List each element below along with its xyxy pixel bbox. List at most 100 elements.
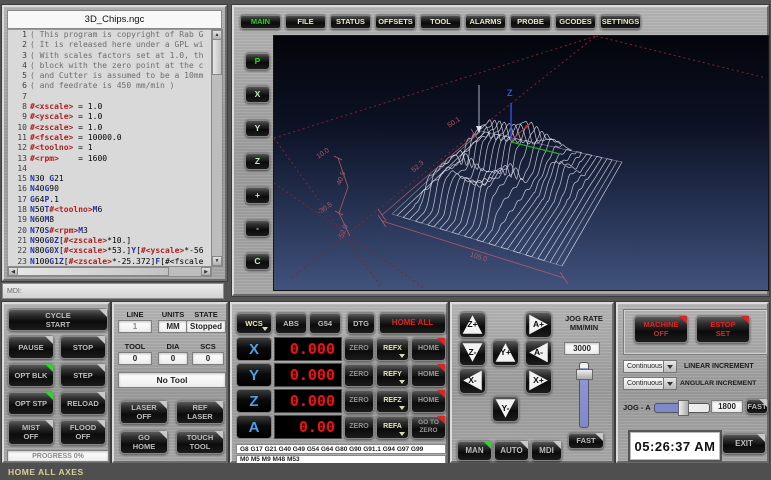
jog-y-plus-button[interactable]: Y+ (492, 339, 519, 366)
scroll-thumb[interactable] (17, 267, 169, 276)
dropdown-button[interactable] (663, 378, 676, 389)
tab-tool[interactable]: TOOL (420, 14, 461, 29)
plot-key-c[interactable]: C (245, 252, 270, 270)
step-button[interactable]: STEP (60, 363, 106, 387)
plot-key-z[interactable]: Z (245, 152, 270, 170)
jog-a-slider[interactable] (654, 403, 710, 413)
ref-laser-button[interactable]: REF LASER (176, 400, 224, 424)
ref-a-button[interactable]: REFA (376, 415, 409, 439)
exit-button[interactable]: EXIT (722, 433, 766, 454)
opt-stp-button[interactable]: OPT STP (8, 391, 54, 415)
touch-tool-button[interactable]: TOUCH TOOL (176, 430, 224, 454)
gcode-line: 16N40G90 (8, 184, 211, 194)
tab-file[interactable]: FILE (285, 14, 326, 29)
dro-mode-dtg[interactable]: DTG (347, 312, 375, 334)
tab-gcodes[interactable]: GCODES (555, 14, 596, 29)
gcode-line: 3( With scales factors set at 1.0, th (8, 51, 211, 61)
scroll-thumb[interactable] (212, 39, 222, 75)
field-value-tool: 0 (118, 352, 152, 365)
tab-status[interactable]: STATUS (330, 14, 371, 29)
status-info-panel: LINE1UNITSMMSTATEStoppedTOOL0DIA0SCS0No … (112, 302, 228, 463)
gcode-horizontal-scrollbar[interactable]: ◀ ▶ (7, 266, 212, 277)
jog-a-value[interactable]: 1800 (711, 400, 743, 413)
mdi-input[interactable]: MDI: (2, 283, 224, 299)
mode-auto-button[interactable]: AUTO (494, 440, 529, 461)
gcode-text-view[interactable]: 1( This program is copyright of Rab G2( … (7, 29, 212, 267)
home-z-button[interactable]: HOME (411, 389, 446, 413)
jog-z-plus-button[interactable]: Z+ (459, 311, 486, 338)
ref-z-button[interactable]: REFZ (376, 389, 409, 413)
gcode-line: 2( It is released here under a GPL wi (8, 40, 211, 50)
field-value-dia: 0 (158, 352, 188, 365)
slider-handle[interactable] (576, 369, 593, 380)
pause-button[interactable]: PAUSE (8, 335, 54, 359)
angular-increment-select[interactable]: Continuous (623, 377, 677, 390)
jog-x-minus-button[interactable]: X- (459, 367, 486, 394)
machine-off-button[interactable]: MACHINE OFF (634, 315, 688, 343)
jog-x-plus-button[interactable]: X+ (525, 367, 552, 394)
estop-set-button[interactable]: ESTOP SET (696, 315, 750, 343)
plot-key-y[interactable]: Y (245, 119, 270, 137)
jog-a-minus-button[interactable]: A- (525, 339, 552, 366)
scroll-right-icon[interactable]: ▶ (201, 267, 211, 276)
zero-x-button[interactable]: ZERO (344, 337, 374, 361)
jog-z-minus-button[interactable]: Z- (459, 339, 486, 366)
plot-key-p[interactable]: P (245, 52, 270, 70)
gcode-line: 20N70S#<rpm>M3 (8, 226, 211, 236)
chevron-down-icon (399, 380, 405, 384)
jog-a-plus-button[interactable]: A+ (525, 311, 552, 338)
gcode-line: 5( and Cutter is assumed to be a 10mm (8, 71, 211, 81)
tab-alarms[interactable]: ALARMS (465, 14, 506, 29)
jog-y-minus-button[interactable]: Y- (492, 395, 519, 422)
tab-probe[interactable]: PROBE (510, 14, 551, 29)
corner-notch-icon (97, 420, 105, 428)
cycle-start-button[interactable]: CYCLE START (8, 308, 108, 331)
dro-mode-abs[interactable]: ABS (275, 312, 307, 334)
corner-notch-icon (741, 316, 749, 324)
linear-increment-label: LINEAR INCREMENT (684, 363, 754, 370)
chevron-down-icon (667, 382, 673, 386)
go-to-zero-button[interactable]: GO TO ZERO (411, 415, 446, 439)
gremlin-3d-preview[interactable]: 10.040.5-30.5-52.052.350.1105.0Z (273, 35, 769, 291)
jog-rate-slider[interactable] (579, 362, 589, 428)
mist-button[interactable]: MIST OFF (8, 419, 54, 445)
ref-x-button[interactable]: REFX (376, 337, 409, 361)
tab-offsets[interactable]: OFFSETS (375, 14, 416, 29)
clock-display: 05:26:37 AM (628, 430, 722, 462)
ref-y-button[interactable]: REFY (376, 363, 409, 387)
gcode-line: 15N30 G21 (8, 174, 211, 184)
laser-off-button[interactable]: LASER OFF (120, 400, 168, 424)
opt-blk-button[interactable]: OPT BLK (8, 363, 54, 387)
field-label-line: LINE (118, 310, 152, 319)
corner-notch-icon (99, 309, 107, 317)
home-x-button[interactable]: HOME (411, 337, 446, 361)
go-home-button[interactable]: GO HOME (120, 430, 168, 454)
zero-a-button[interactable]: ZERO (344, 415, 374, 439)
reload-button[interactable]: RELOAD (60, 391, 106, 415)
home-y-button[interactable]: HOME (411, 363, 446, 387)
jog-fast-button[interactable]: FAST (568, 432, 604, 449)
stop-button[interactable]: STOP (60, 335, 106, 359)
flood-button[interactable]: FLOOD OFF (60, 419, 106, 445)
scroll-down-icon[interactable]: ▼ (212, 256, 222, 266)
linear-increment-select[interactable]: Continuous (623, 360, 677, 373)
zero-z-button[interactable]: ZERO (344, 389, 374, 413)
dropdown-button[interactable] (663, 361, 676, 372)
corner-notch-icon (45, 420, 53, 428)
tab-settings[interactable]: SETTINGS (600, 14, 641, 29)
jog-a-fast-button[interactable]: FAST (746, 398, 768, 414)
tab-main[interactable]: MAIN (240, 14, 281, 29)
plot-key-plus[interactable]: + (245, 186, 270, 204)
plot-key-x[interactable]: X (245, 85, 270, 103)
wcs-select-button[interactable]: WCS (236, 312, 272, 334)
mode-man-button[interactable]: MAN (457, 440, 492, 461)
corner-notch-icon (437, 364, 445, 372)
zero-y-button[interactable]: ZERO (344, 363, 374, 387)
gcode-vertical-scrollbar[interactable]: ▲ ▼ (211, 29, 223, 267)
slider-handle[interactable] (678, 400, 689, 416)
plot-key-minus[interactable]: - (245, 219, 270, 237)
home-all-button[interactable]: HOME ALL (379, 312, 446, 334)
mode-mdi-button[interactable]: MDI (531, 440, 562, 461)
dro-mode-g54[interactable]: G54 (309, 312, 341, 334)
jog-rate-value[interactable]: 3000 (564, 342, 600, 355)
